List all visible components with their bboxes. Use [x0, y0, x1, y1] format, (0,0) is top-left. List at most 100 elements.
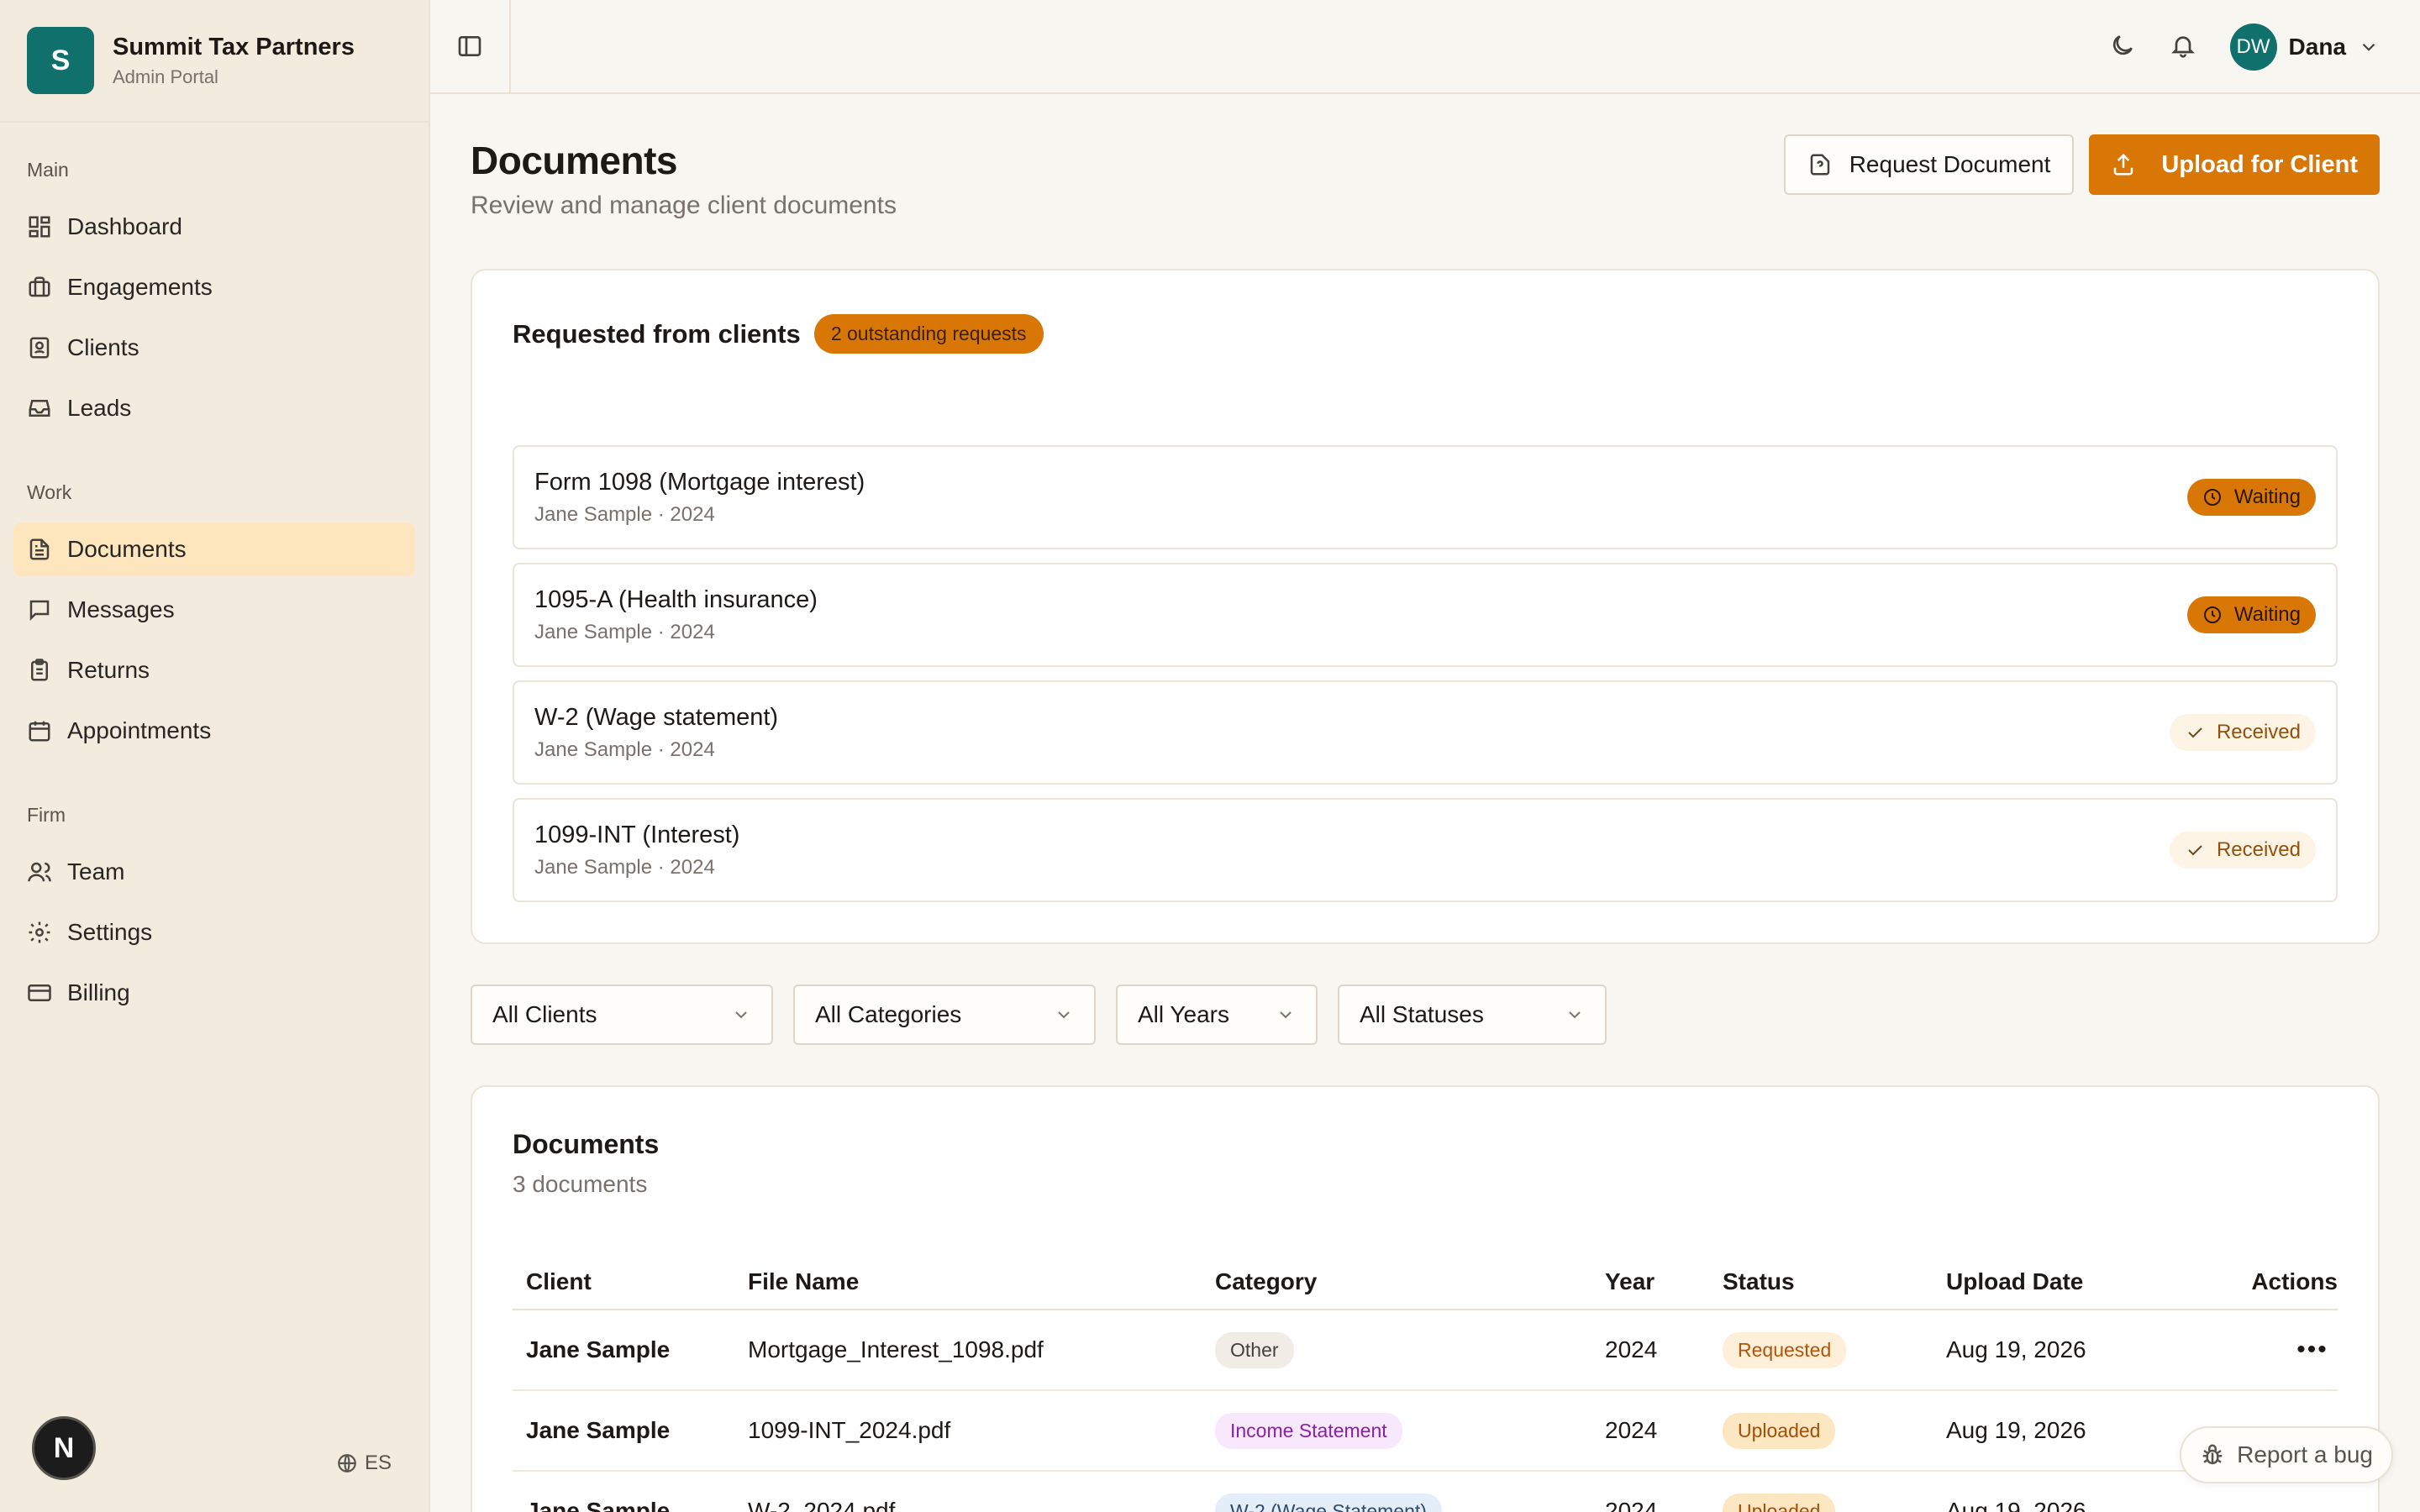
status-badge: Waiting [2186, 479, 2316, 516]
sidebar: S Summit Tax Partners Admin Portal Main … [0, 0, 430, 1512]
cell-file-name[interactable]: W-2_2024.pdf [748, 1498, 1215, 1512]
sidebar-item-team[interactable]: Team [13, 845, 415, 899]
cell-file-name[interactable]: 1099-INT_2024.pdf [748, 1417, 1215, 1444]
topbar: DW Dana [430, 0, 2420, 94]
status-badge: Received [2169, 832, 2316, 869]
brand-header[interactable]: S Summit Tax Partners Admin Portal [0, 0, 429, 123]
requests-header: Requested from clients 2 outstanding req… [513, 314, 1044, 354]
user-menu[interactable]: DW Dana [2229, 24, 2380, 71]
status-label: Received [2216, 838, 2301, 861]
column-header-upload-date[interactable]: Upload Date [1946, 1268, 2173, 1295]
cell-upload-date: Aug 19, 2026 [1946, 1498, 2086, 1512]
upload-for-client-button[interactable]: Upload for Client [2089, 134, 2380, 195]
request-meta: Jane Sample · 2024 [534, 620, 715, 643]
brand-subtitle: Admin Portal [113, 66, 218, 87]
bell-icon [2170, 35, 2195, 58]
language-switcher[interactable]: ES [336, 1452, 392, 1475]
cell-client: Jane Sample [526, 1417, 671, 1443]
sidebar-item-label: Leads [67, 395, 132, 421]
table-row[interactable]: Jane Sample 1099-INT_2024.pdf Income Sta… [513, 1391, 2338, 1472]
page-subtitle: Review and manage client documents [471, 192, 897, 219]
nav-section-main: Main Dashboard Engagements Clients Leads [0, 153, 429, 435]
cell-file-name[interactable]: Mortgage_Interest_1098.pdf [748, 1336, 1215, 1363]
column-header-year[interactable]: Year [1605, 1268, 1723, 1295]
dev-tools-badge[interactable]: N [32, 1416, 96, 1480]
inbox-icon [29, 400, 50, 417]
category-badge: Income Statement [1215, 1412, 1402, 1449]
column-header-client[interactable]: Client [513, 1268, 748, 1295]
table-row[interactable]: Jane Sample W-2_2024.pdf W-2 (Wage State… [513, 1472, 2338, 1512]
requests-title: Requested from clients [513, 318, 801, 349]
report-bug-button[interactable]: Report a bug [2180, 1426, 2393, 1483]
sidebar-item-leads[interactable]: Leads [13, 381, 415, 435]
column-header-file-name[interactable]: File Name [748, 1268, 1215, 1295]
nav-section-work: Work Documents Messages Returns Appointm… [0, 475, 429, 758]
sidebar-item-engagements[interactable]: Engagements [13, 260, 415, 314]
request-item[interactable]: W-2 (Wage statement) Jane Sample · 2024 … [513, 680, 2338, 785]
request-name: 1099-INT (Interest) [534, 821, 740, 848]
more-actions-button[interactable]: ••• [2287, 1336, 2338, 1364]
column-header-category[interactable]: Category [1215, 1268, 1605, 1295]
client-filter-select[interactable]: All Clients [471, 984, 773, 1045]
status-label: Received [2216, 721, 2301, 743]
user-name: Dana [2288, 34, 2346, 60]
sidebar-item-clients[interactable]: Clients [13, 321, 415, 375]
request-item[interactable]: 1095-A (Health insurance) Jane Sample · … [513, 563, 2338, 667]
nav-heading-main: Main [27, 158, 69, 181]
cell-upload-date: Aug 19, 2026 [1946, 1417, 2086, 1443]
report-bug-label: Report a bug [2237, 1441, 2373, 1467]
category-filter-select[interactable]: All Categories [793, 984, 1096, 1045]
sidebar-toggle-button[interactable] [430, 0, 511, 93]
chevron-down-icon [1058, 1011, 1070, 1019]
cell-year: 2024 [1605, 1336, 1658, 1362]
upload-for-client-label: Upload for Client [2161, 150, 2358, 178]
table-row[interactable]: Jane Sample Mortgage_Interest_1098.pdf O… [513, 1310, 2338, 1391]
status-badge: Uploaded [1723, 1493, 1836, 1512]
nav-heading-firm: Firm [27, 803, 66, 826]
page-header: Documents Review and manage client docum… [471, 138, 897, 220]
request-document-label: Request Document [1849, 151, 2051, 177]
sidebar-item-documents[interactable]: Documents [13, 522, 415, 576]
request-item[interactable]: 1099-INT (Interest) Jane Sample · 2024 R… [513, 798, 2338, 902]
sidebar-item-dashboard[interactable]: Dashboard [13, 200, 415, 254]
status-badge: Requested [1723, 1331, 1847, 1368]
sidebar-item-billing[interactable]: Billing [13, 966, 415, 1020]
theme-toggle-button[interactable] [2109, 32, 2136, 63]
globe-icon [338, 1454, 356, 1473]
calendar-icon [29, 721, 50, 742]
request-list: Form 1098 (Mortgage interest) Jane Sampl… [513, 445, 2338, 916]
clipboard-icon [31, 659, 48, 681]
cell-year: 2024 [1605, 1417, 1658, 1443]
sidebar-item-label: Billing [67, 979, 130, 1005]
status-filter-select[interactable]: All Statuses [1338, 984, 1607, 1045]
category-filter-value: All Categories [815, 1001, 962, 1027]
sidebar-item-settings[interactable]: Settings [13, 906, 415, 959]
sidebar-item-label: Returns [67, 657, 150, 683]
users-icon [28, 862, 51, 882]
sidebar-item-messages[interactable]: Messages [13, 583, 415, 637]
sidebar-item-label: Engagements [67, 274, 213, 300]
message-icon [29, 600, 50, 622]
upload-icon [2114, 153, 2133, 176]
category-badge: Other [1215, 1331, 1294, 1368]
column-header-status[interactable]: Status [1723, 1268, 1946, 1295]
request-meta: Jane Sample · 2024 [534, 502, 715, 526]
chevron-down-icon [1569, 1011, 1581, 1019]
sidebar-item-appointments[interactable]: Appointments [13, 704, 415, 758]
status-badge: Uploaded [1723, 1412, 1836, 1449]
nav-heading-work: Work [27, 480, 72, 503]
nav-section-firm: Firm Team Settings Billing [0, 798, 429, 1020]
sidebar-item-returns[interactable]: Returns [13, 643, 415, 697]
request-document-button[interactable]: Request Document [1783, 134, 2075, 195]
status-label: Waiting [2233, 603, 2301, 626]
request-item[interactable]: Form 1098 (Mortgage interest) Jane Sampl… [513, 445, 2338, 549]
year-filter-select[interactable]: All Years [1116, 984, 1318, 1045]
check-icon [2188, 845, 2202, 856]
file-question-icon [1810, 154, 1829, 176]
notifications-button[interactable] [2170, 32, 2196, 63]
dashboard-icon [29, 216, 50, 238]
language-label: ES [365, 1452, 392, 1474]
outstanding-requests-badge: 2 outstanding requests [813, 314, 1044, 354]
brand-name: Summit Tax Partners [113, 33, 355, 60]
documents-card: Documents 3 documents Client File Name C… [471, 1085, 2380, 1512]
